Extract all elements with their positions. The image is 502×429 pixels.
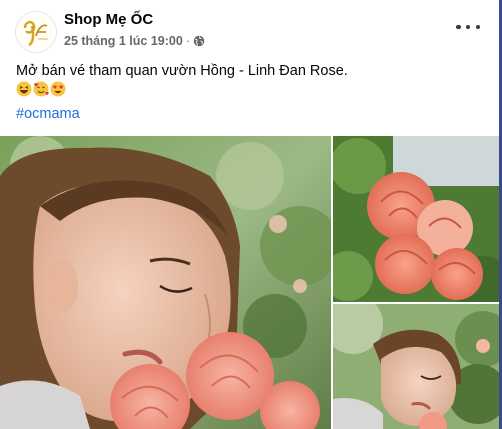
photo-rose-cluster bbox=[333, 136, 499, 302]
post-emojis bbox=[16, 81, 66, 97]
post-header: Shop Mẹ ỐC 25 tháng 1 lúc 19:00 · bbox=[12, 10, 492, 54]
hashtag-link[interactable]: #ocmama bbox=[16, 106, 80, 122]
post-photo-1[interactable] bbox=[0, 136, 331, 429]
photo-woman-roses-2 bbox=[333, 304, 499, 429]
more-options-icon[interactable] bbox=[456, 20, 480, 34]
facebook-post: Shop Mẹ ỐC 25 tháng 1 lúc 19:00 · Mở bán… bbox=[0, 0, 499, 429]
shop-logo-icon bbox=[17, 13, 55, 51]
globe-icon[interactable] bbox=[193, 35, 205, 47]
photo-woman-roses bbox=[0, 136, 331, 429]
post-author[interactable]: Shop Mẹ ỐC bbox=[64, 11, 153, 28]
smiling-face-with-hearts-icon bbox=[33, 81, 49, 97]
heart-eyes-face-icon bbox=[50, 81, 66, 97]
post-timestamp[interactable]: 25 tháng 1 lúc 19:00 bbox=[64, 34, 183, 48]
post-photo-2[interactable] bbox=[333, 136, 499, 302]
post-text: Mở bán vé tham quan vườn Hồng - Linh Đan… bbox=[16, 63, 348, 79]
post-meta: 25 tháng 1 lúc 19:00 · bbox=[64, 34, 205, 48]
meta-separator: · bbox=[185, 34, 190, 48]
page-avatar[interactable] bbox=[15, 11, 57, 53]
post-photo-3[interactable] bbox=[333, 304, 499, 429]
grinning-squinting-face-icon bbox=[16, 81, 32, 97]
